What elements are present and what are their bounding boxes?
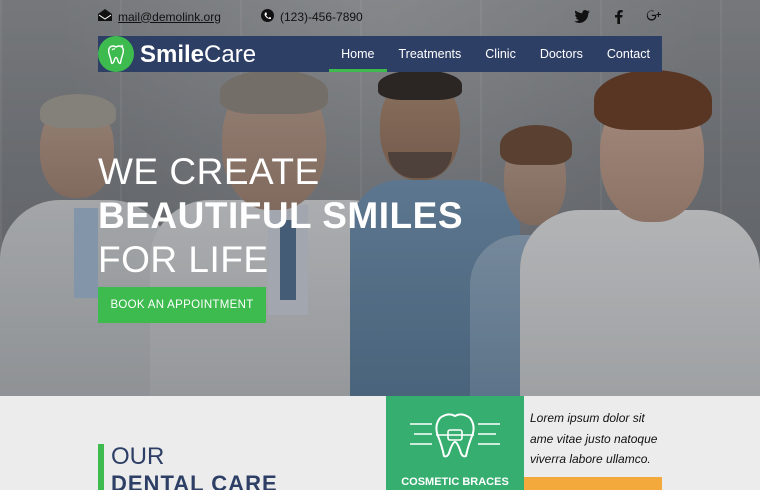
top-contact-bar: mail@demolink.org (123)-456-7890 (98, 7, 662, 27)
services-section: OUR DENTAL CARE COSMETIC BRACES Lorem ip… (0, 396, 760, 490)
nav-item-home[interactable]: Home (329, 36, 387, 72)
brand-name-light: Care (204, 41, 257, 68)
email-link[interactable]: mail@demolink.org (118, 10, 221, 24)
social-links (574, 8, 662, 24)
nav-item-clinic[interactable]: Clinic (473, 36, 528, 72)
envelope-icon (98, 9, 112, 24)
facebook-icon[interactable] (610, 8, 626, 24)
service-description: Lorem ipsum dolor sit ame vitae justo na… (530, 411, 658, 466)
section-title-line-1: OUR (111, 443, 165, 470)
nav-menu: Home Treatments Clinic Doctors Contact (329, 36, 662, 72)
main-navigation: SmileCare Home Treatments Clinic Doctors… (98, 36, 662, 72)
book-appointment-button[interactable]: BOOK AN APPOINTMENT (98, 287, 266, 323)
service-card-cosmetic-braces[interactable]: COSMETIC BRACES (386, 396, 524, 490)
brand-logo[interactable]: SmileCare (140, 41, 256, 69)
section-title-line-2: DENTAL CARE (111, 471, 278, 490)
hero-line-1: WE CREATE (98, 151, 320, 192)
nav-item-contact[interactable]: Contact (595, 36, 662, 72)
braces-icon (410, 410, 500, 465)
phone-contact[interactable]: (123)-456-7890 (261, 9, 363, 25)
google-plus-icon[interactable] (646, 8, 662, 24)
tooth-logo-icon[interactable] (98, 36, 134, 72)
nav-item-doctors[interactable]: Doctors (528, 36, 595, 72)
orange-accent-block (524, 477, 662, 490)
service-label: COSMETIC BRACES (401, 476, 509, 488)
section-title: OUR DENTAL CARE (98, 444, 278, 490)
twitter-icon[interactable] (574, 8, 590, 24)
hero-headline: WE CREATE BEAUTIFUL SMILES FOR LIFE (98, 150, 463, 282)
brand-name-bold: Smile (140, 41, 205, 68)
hero-line-2: BEAUTIFUL SMILES (98, 195, 463, 236)
nav-item-treatments[interactable]: Treatments (387, 36, 474, 72)
email-contact[interactable]: mail@demolink.org (98, 9, 221, 24)
phone-number: (123)-456-7890 (280, 10, 363, 24)
hero-line-3: FOR LIFE (98, 239, 269, 280)
phone-icon (261, 9, 274, 25)
